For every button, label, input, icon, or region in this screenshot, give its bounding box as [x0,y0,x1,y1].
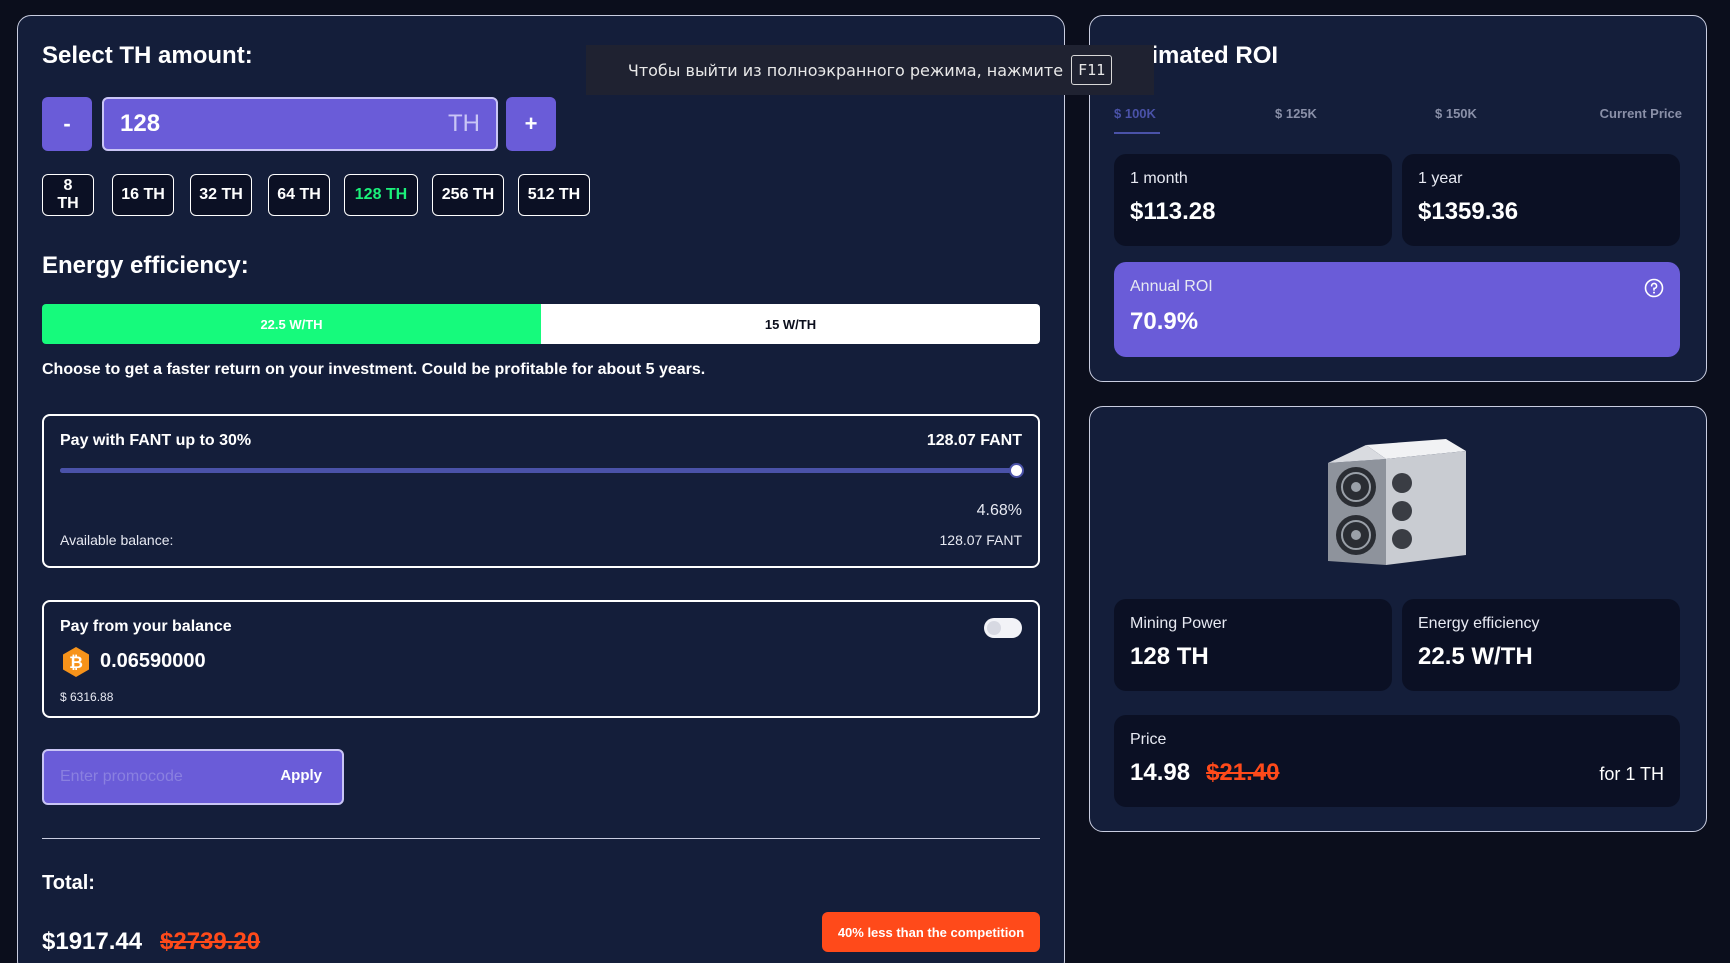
roi-year-card: 1 year $1359.36 [1402,154,1680,246]
efficiency-option-22-5[interactable]: 22.5 W/TH [42,304,541,344]
fant-slider-thumb[interactable] [1009,463,1024,478]
roi-year-value: $1359.36 [1418,198,1519,225]
roi-panel: Estimated ROI $ 100K $ 125K $ 150K Curre… [1089,15,1707,382]
price-label: Price [1130,731,1167,748]
th-title: Select TH amount: [42,42,253,69]
mining-power-label: Mining Power [1130,615,1227,632]
apply-promocode-button[interactable]: Apply [280,767,322,784]
price-unit: for 1 TH [1599,764,1664,784]
total-old-price: $2739.20 [160,928,261,955]
price-row: 14.98 $21.40 for 1 TH [1130,759,1664,787]
usd-amount: $ 6316.88 [60,690,114,704]
efficiency-option-15[interactable]: 15 W/TH [541,304,1040,344]
preset-128-th[interactable]: 128 TH [344,174,418,216]
efficiency-description: Choose to get a faster return on your in… [42,361,706,378]
roi-year-label: 1 year [1418,170,1463,187]
help-icon[interactable] [1644,278,1664,298]
preset-512-th[interactable]: 512 TH [518,174,590,216]
divider [42,838,1040,839]
roi-month-label: 1 month [1130,170,1188,187]
energy-efficiency-label: Energy efficiency [1418,615,1540,632]
efficiency-selector: 22.5 W/TH 15 W/TH [42,304,1040,344]
efficiency-title: Energy efficiency: [42,252,249,279]
price-value: 14.98 [1130,759,1191,786]
miner-image [1328,439,1466,565]
fant-balance-value: 128.07 FANT [939,532,1023,548]
energy-efficiency-value: 22.5 W/TH [1418,643,1533,670]
decrease-th-button[interactable]: - [42,97,92,151]
annual-roi-value: 70.9% [1130,308,1199,335]
bitcoin-icon: ₿ [63,647,89,677]
th-amount-value: 128 [120,110,161,137]
preset-64-th[interactable]: 64 TH [268,174,330,216]
f11-key-badge: F11 [1071,55,1113,85]
th-unit: TH [448,110,480,137]
product-panel: Mining Power 128 TH Energy efficiency 22… [1089,406,1707,832]
toggle-knob [987,621,1001,635]
balance-payment-box: Pay from your balance ₿ 0.06590000 $ 631… [42,600,1040,718]
svg-text:₿: ₿ [69,653,83,673]
fullscreen-toast-text: Чтобы выйти из полноэкранного режима, на… [627,60,1064,80]
purchase-panel: Select TH amount: - 128 TH + 8 TH 16 TH … [17,15,1065,963]
energy-efficiency-card: Energy efficiency 22.5 W/TH [1402,599,1680,691]
promocode-box: Apply [42,749,344,805]
preset-16-th[interactable]: 16 TH [112,174,174,216]
mining-power-card: Mining Power 128 TH [1114,599,1392,691]
roi-tab-current-price[interactable]: Current Price [1600,106,1682,121]
fant-slider-fill [60,468,1016,473]
roi-month-card: 1 month $113.28 [1114,154,1392,246]
fant-slider[interactable] [60,463,1024,478]
fant-balance-label: Available balance: [60,532,174,548]
price-card: Price 14.98 $21.40 for 1 TH [1114,715,1680,807]
preset-32-th[interactable]: 32 TH [190,174,252,216]
total-price: $1917.44 [42,928,143,955]
annual-roi-label: Annual ROI [1130,278,1213,295]
th-amount-input[interactable]: 128 TH [102,97,498,151]
roi-tab-150k[interactable]: $ 150K [1435,106,1477,121]
fant-payment-box: Pay with FANT up to 30% 128.07 FANT 4.68… [42,414,1040,568]
balance-label: Pay from your balance [60,618,232,635]
promocode-input[interactable] [60,765,240,789]
roi-month-value: $113.28 [1130,198,1216,225]
pay-from-balance-toggle[interactable] [984,618,1022,638]
preset-8-th[interactable]: 8 TH [42,174,94,216]
mining-power-value: 128 TH [1130,643,1209,670]
roi-tab-100k[interactable]: $ 100K [1114,106,1156,121]
fant-percent: 4.68% [976,502,1022,519]
increase-th-button[interactable]: + [506,97,556,151]
preset-256-th[interactable]: 256 TH [432,174,504,216]
competition-badge: 40% less than the competition [822,912,1040,952]
fant-label: Pay with FANT up to 30% [60,432,252,449]
roi-tab-125k[interactable]: $ 125K [1275,106,1317,121]
btc-amount: 0.06590000 [100,650,206,672]
roi-tab-underline [1114,132,1160,134]
annual-roi-card: Annual ROI 70.9% [1114,262,1680,357]
total-label: Total: [42,872,95,894]
old-price-value: $21.40 [1206,759,1280,786]
fant-amount: 128.07 FANT [926,432,1022,449]
fullscreen-exit-toast: Чтобы выйти из полноэкранного режима, на… [586,45,1154,95]
